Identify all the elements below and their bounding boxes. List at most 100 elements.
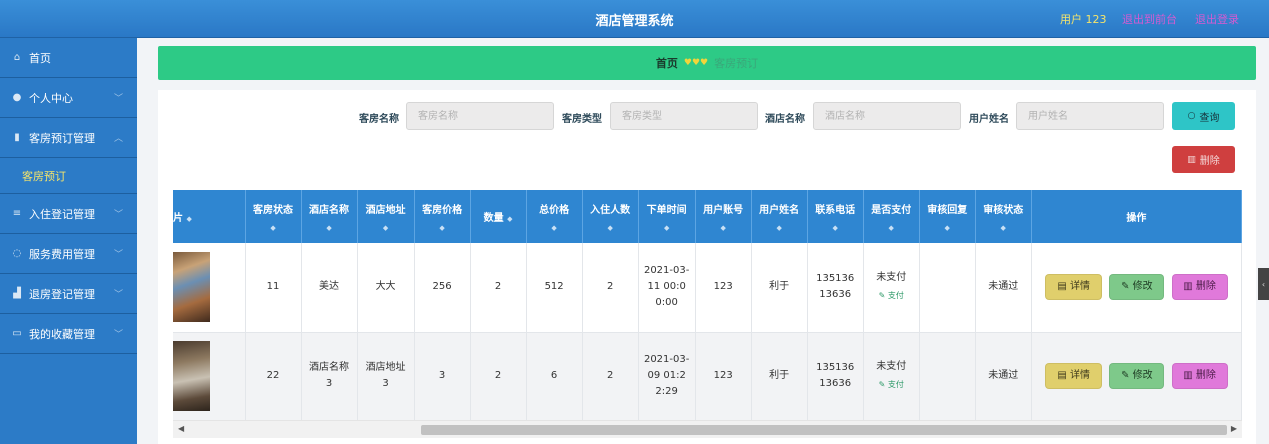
sidebar-item-label: 入住登记管理 (29, 207, 95, 221)
pay-link[interactable]: ✎ 支付 (864, 288, 919, 304)
column-header[interactable]: 数量 ◆ (470, 190, 527, 243)
edit-icon: ✎ (1121, 370, 1130, 381)
table-header-row: 片 ◆ 客房状态 ◆ 酒店名称 ◆ 酒店地址 ◆ 客房价格 ◆ 数量 ◆ 总价格 ◆ 入住… (173, 190, 1242, 243)
detail-button[interactable]: ▤ 详情 (1045, 363, 1103, 389)
cell-review-reply (919, 243, 976, 333)
booking-table: 片 ◆ 客房状态 ◆ 酒店名称 ◆ 酒店地址 ◆ 客房价格 ◆ 数量 ◆ 总价格 ◆ 入住… (173, 190, 1242, 420)
column-header[interactable]: 用户账号 ◆ (695, 190, 752, 243)
sort-icon: ◆ (607, 224, 613, 232)
hotel-name-label: 酒店名称 (765, 114, 805, 125)
sidebar-item-label: 客房预订管理 (29, 131, 95, 145)
sidebar-item-personal-center[interactable]: ● 个人中心 ﹀ (0, 78, 137, 118)
delete-button[interactable]: ▥ 删除 (1171, 363, 1228, 389)
sort-icon: ◆ (944, 224, 950, 232)
room-image-cell (173, 332, 246, 420)
sidebar: ⌂ 首页 ● 个人中心 ﹀ ▮ 客房预订管理 ︿ 客房预订 ≡ 入住登记管理 ﹀… (0, 38, 137, 444)
sidebar-item-label: 客房预订 (22, 169, 66, 183)
scrollbar-thumb[interactable] (421, 425, 1227, 435)
chevron-down-icon: ﹀ (113, 94, 123, 104)
chat-icon: ▭ (12, 328, 22, 339)
column-header[interactable]: 用户姓名 ◆ (751, 190, 808, 243)
cell-hotel-name: 酒店名称3 (301, 332, 358, 420)
detail-button[interactable]: ▤ 详情 (1045, 274, 1103, 301)
cell-hotel-address: 酒店地址3 (357, 332, 415, 420)
edit-icon: ✎ (1121, 281, 1130, 293)
pay-link[interactable]: ✎ 支付 (864, 377, 919, 393)
list-icon: ≡ (12, 208, 22, 219)
scroll-left-icon[interactable]: ◀ (178, 424, 184, 433)
column-header[interactable]: 下单时间 ◆ (638, 190, 696, 243)
cell-account: 123 (695, 243, 752, 333)
hotel-name-input[interactable] (813, 102, 961, 130)
sidebar-item-home[interactable]: ⌂ 首页 (0, 38, 137, 78)
room-photo[interactable] (173, 341, 210, 411)
logout-link[interactable]: 退出登录 (1195, 11, 1239, 27)
booking-table-container: 片 ◆ 客房状态 ◆ 酒店名称 ◆ 酒店地址 ◆ 客房价格 ◆ 数量 ◆ 总价格 ◆ 入住… (173, 190, 1242, 420)
sort-icon: ◆ (186, 215, 192, 223)
sidebar-subitem-room-booking[interactable]: 客房预订 (0, 158, 137, 194)
breadcrumb-home[interactable]: 首页 (656, 55, 678, 71)
cell-total-price: 512 (526, 243, 583, 333)
sidebar-item-label: 个人中心 (29, 91, 73, 105)
column-header[interactable]: 是否支付 ◆ (863, 190, 920, 243)
sidebar-item-room-booking-management[interactable]: ▮ 客房预订管理 ︿ (0, 118, 137, 158)
column-header[interactable]: 总价格 ◆ (526, 190, 583, 243)
chart-icon: ▟ (13, 288, 21, 299)
cell-room-status: 22 (245, 332, 302, 420)
sort-icon: ◆ (507, 215, 513, 223)
cell-quantity: 2 (470, 243, 527, 333)
sidebar-item-checkin-management[interactable]: ≡ 入住登记管理 ﹀ (0, 194, 137, 234)
edit-icon: ✎ (878, 380, 886, 389)
sidebar-item-favorites-management[interactable]: ▭ 我的收藏管理 ﹀ (0, 314, 137, 354)
trash-icon: ▥ (1187, 154, 1196, 165)
column-header[interactable]: 客房价格 ◆ (414, 190, 471, 243)
edit-button[interactable]: ✎ 修改 (1109, 363, 1165, 389)
horizontal-scrollbar[interactable]: ◀ ▶ (173, 420, 1242, 438)
batch-delete-button[interactable]: ▥ 删除 (1172, 146, 1235, 173)
sort-icon: ◆ (888, 224, 894, 232)
document-icon: ▤ (1057, 281, 1067, 293)
cell-actions: ▤ 详情 ✎ 修改 ▥ 删除 (1031, 243, 1242, 333)
room-type-input[interactable] (610, 102, 758, 130)
room-photo[interactable] (173, 252, 210, 323)
column-header[interactable]: 审核状态 ◆ (975, 190, 1032, 243)
sidebar-item-checkout-management[interactable]: ▟ 退房登记管理 ﹀ (0, 274, 137, 314)
room-name-input[interactable] (406, 102, 554, 130)
edit-button[interactable]: ✎ 修改 (1109, 274, 1165, 301)
column-header[interactable]: 客房状态 ◆ (245, 190, 302, 243)
column-header[interactable]: 入住人数 ◆ (582, 190, 639, 243)
column-header[interactable]: 酒店地址 ◆ (357, 190, 415, 243)
column-header[interactable]: 审核回复 ◆ (919, 190, 976, 243)
column-header[interactable]: 酒店名称 ◆ (301, 190, 358, 243)
sort-icon: ◆ (663, 224, 670, 232)
scroll-right-icon[interactable]: ▶ (1231, 424, 1237, 433)
cell-hotel-address: 大大 (357, 243, 415, 333)
sort-icon: ◆ (439, 224, 445, 232)
edit-icon: ✎ (878, 291, 886, 301)
cell-user-name: 利于 (751, 243, 808, 333)
user-name-input[interactable] (1016, 102, 1164, 130)
search-button[interactable]: ○ 查询 (1172, 102, 1235, 130)
cell-order-time: 2021-03-11 00:00:00 (638, 243, 696, 333)
table-row: 22 酒店名称3 酒店地址3 3 2 6 2 2021-03-09 01:22:… (173, 332, 1242, 420)
column-header[interactable]: 片 ◆ (173, 190, 246, 243)
cell-room-price: 256 (414, 243, 471, 333)
column-header[interactable]: 联系电话 ◆ (807, 190, 864, 243)
top-bar: 酒店管理系统 用户 123 退出到前台 退出登录 (0, 0, 1269, 38)
sidebar-item-label: 退房登记管理 (29, 287, 95, 301)
sidebar-item-service-fee-management[interactable]: ◌ 服务费用管理 ﹀ (0, 234, 137, 274)
sort-icon: ◆ (720, 224, 726, 232)
room-image-cell (173, 243, 246, 333)
cell-phone: 13513613636 (807, 243, 864, 333)
back-to-frontend-link[interactable]: 退出到前台 (1122, 11, 1177, 27)
delete-button[interactable]: ▥ 删除 (1171, 274, 1228, 301)
payment-status: 未支付 (876, 361, 907, 372)
cell-room-status: 11 (245, 243, 302, 333)
room-type-label: 客房类型 (562, 114, 602, 125)
side-collapse-tab[interactable]: ‹ (1258, 268, 1269, 300)
cell-account: 123 (695, 332, 752, 420)
trash-icon: ▥ (1183, 370, 1193, 381)
column-header: 操作 (1031, 190, 1242, 243)
chevron-down-icon: ﹀ (113, 250, 123, 260)
cell-room-price: 3 (414, 332, 471, 420)
